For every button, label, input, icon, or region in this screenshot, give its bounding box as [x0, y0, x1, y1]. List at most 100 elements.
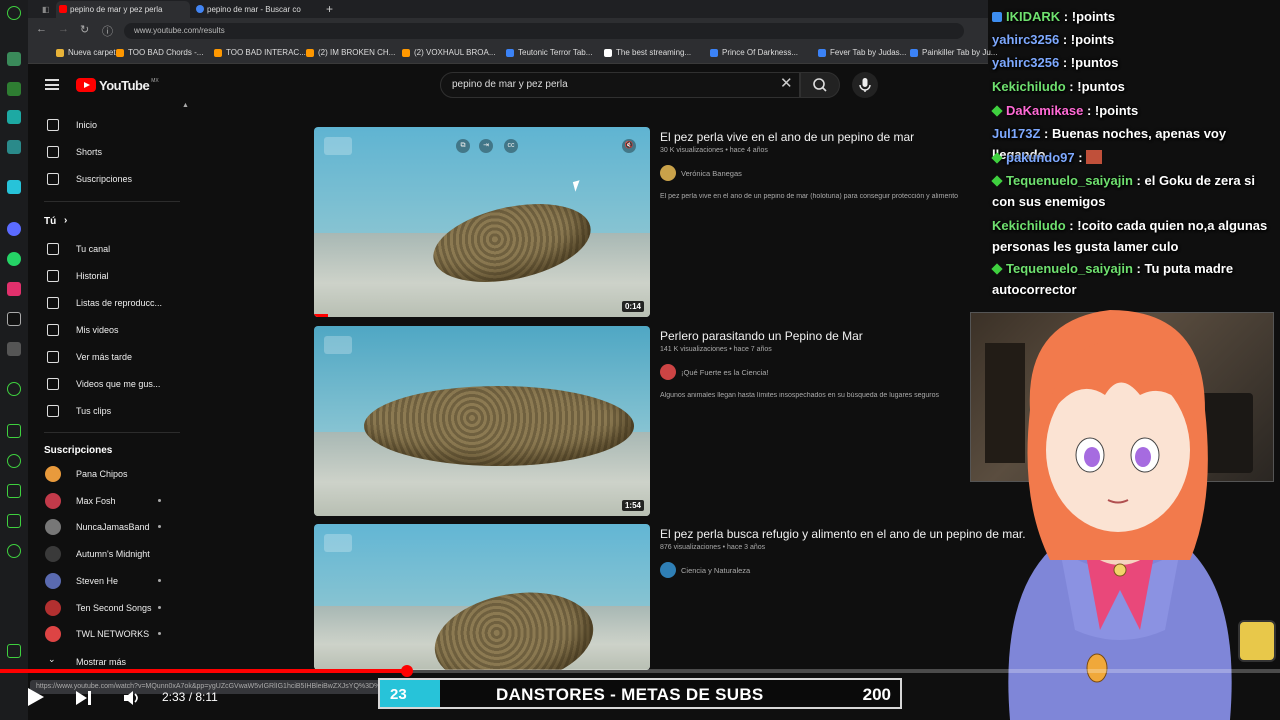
youtube-logo[interactable]: YouTube MX — [76, 76, 159, 94]
arrow-icon[interactable] — [7, 180, 21, 194]
video-title[interactable]: Perlero parasitando un Pepino de Mar — [660, 329, 863, 343]
queue-icon[interactable]: ⧉ — [456, 139, 470, 153]
tab-google[interactable]: pepino de mar - Buscar co — [193, 1, 327, 18]
heart-icon[interactable] — [7, 424, 21, 438]
screen: ◧ pepino de mar y pez perla pepino de ma… — [0, 0, 1280, 720]
bookmark-item[interactable]: (2) VOXHAUL BROA... — [402, 47, 496, 59]
seek-handle[interactable] — [401, 665, 414, 677]
channel-watermark-icon — [324, 336, 352, 354]
new-tab-button[interactable]: + — [324, 1, 340, 18]
play-icon[interactable] — [28, 688, 44, 706]
bookmark-icon[interactable] — [7, 52, 21, 66]
tab-youtube[interactable]: pepino de mar y pez perla — [56, 1, 190, 18]
sidebar-item-suscripciones[interactable]: Suscripciones — [44, 170, 184, 188]
cube-icon[interactable] — [7, 514, 21, 528]
messenger-icon[interactable] — [7, 222, 21, 236]
menu-icon[interactable] — [45, 79, 59, 90]
back-icon[interactable]: ← — [36, 23, 47, 35]
chat-message: Tequenuelo_saiyajin : el Goku de zera si… — [991, 170, 1280, 212]
add-icon[interactable]: ⇥ — [479, 139, 493, 153]
you-section-header[interactable]: Tú — [44, 216, 56, 227]
bookmark-item[interactable]: (2) IM BROKEN CH... — [306, 47, 395, 59]
video-metadata: 141 K visualizaciones • hace 7 años — [660, 346, 772, 353]
reload-icon[interactable]: ↻ — [80, 23, 89, 36]
history-icon[interactable] — [7, 454, 21, 468]
search-button[interactable] — [800, 72, 840, 98]
channel-avatar — [660, 562, 676, 578]
subscription-channel[interactable]: NuncaJamasBand — [44, 518, 184, 536]
subscription-channel[interactable]: Ten Second Songs — [44, 599, 184, 617]
tab-nav-icon[interactable]: ◧ — [28, 1, 54, 18]
bookmark-item[interactable]: The best streaming... — [604, 47, 691, 59]
subscription-channel[interactable]: Steven He — [44, 572, 184, 590]
mute-icon[interactable]: 🔇 — [622, 139, 636, 153]
discord-icon[interactable] — [7, 342, 21, 356]
sub-badge-icon — [991, 152, 1003, 164]
bookmark-favicon-icon — [818, 49, 826, 57]
sidebar-item-you[interactable]: Listas de reproducc... — [44, 294, 184, 312]
video-description: El pez perla vive en el ano de un pepino… — [660, 193, 959, 200]
whatsapp-icon[interactable] — [7, 252, 21, 266]
url-field[interactable]: www.youtube.com/results — [124, 23, 964, 39]
sidebar-item-you[interactable]: Historial — [44, 267, 184, 285]
sidebar-item-shorts[interactable]: Shorts — [44, 143, 184, 161]
next-icon[interactable] — [74, 689, 94, 707]
chat-message: yahirc3256 : !points — [992, 29, 1280, 50]
chat-username: Tequenuelo_saiyajin — [1006, 173, 1133, 188]
sidebar-item-you[interactable]: Tus clips — [44, 402, 184, 420]
twitch-icon[interactable] — [7, 110, 21, 124]
shop-icon[interactable] — [7, 82, 21, 96]
sub-badge-icon — [991, 263, 1003, 275]
sidebar-item-you[interactable]: Mis videos — [44, 321, 184, 339]
instagram-icon[interactable] — [7, 282, 21, 296]
subscription-channel[interactable]: TWL NETWORKS — [44, 625, 184, 643]
video-title[interactable]: El pez perla busca refugio y alimento en… — [660, 527, 1026, 541]
bookmark-item[interactable]: Painkiller Tab by Ju... — [910, 47, 997, 59]
video-title[interactable]: El pez perla vive en el ano de un pepino… — [660, 130, 914, 144]
voice-search-button[interactable] — [852, 72, 878, 98]
sidebar-scroll-up-icon[interactable]: ▲ — [182, 102, 189, 109]
sidebar-item-inicio[interactable]: Inicio — [44, 116, 184, 134]
bookmark-item[interactable]: Prince Of Darkness... — [710, 47, 798, 59]
browser-logo-icon[interactable] — [7, 6, 21, 20]
chat-message: Tequenuelo_saiyajin : Tu puta madre auto… — [991, 258, 1280, 300]
bookmark-item[interactable]: Fever Tab by Judas... — [818, 47, 906, 59]
sidebar-item-you[interactable]: Videos que me gus... — [44, 375, 184, 393]
video-thumbnail[interactable]: 0:14 ⧉ ⇥ cc 🔇 — [314, 127, 650, 317]
forward-icon[interactable]: → — [58, 23, 69, 35]
sidebar-item-you[interactable]: Tu canal — [44, 240, 184, 258]
download-icon[interactable] — [7, 484, 21, 498]
cc-icon[interactable]: cc — [504, 139, 518, 153]
bookmark-item[interactable]: Nueva carpeta — [56, 47, 120, 59]
chat-username: IKIDARK — [1006, 9, 1061, 24]
sidebar-item-you[interactable]: Ver más tarde — [44, 348, 184, 366]
vtuber-avatar — [1008, 310, 1232, 720]
video-thumbnail[interactable]: 1:54 — [314, 326, 650, 516]
bookmark-item[interactable]: TOO BAD INTERAC... — [214, 47, 306, 59]
bookmark-label: Prince Of Darkness... — [722, 48, 799, 57]
clock-icon[interactable] — [7, 382, 21, 396]
channel-watermark-icon — [324, 137, 352, 155]
channel-name: TWL NETWORKS — [76, 629, 150, 640]
settings-icon[interactable] — [7, 544, 21, 558]
chat-username: Kekichiludo — [992, 218, 1066, 233]
subscription-channel[interactable]: Autumn's Midnight — [44, 545, 184, 563]
app-icon[interactable] — [7, 140, 21, 154]
time-display: 2:33 / 8:11 — [162, 690, 218, 704]
video-thumbnail[interactable] — [314, 524, 650, 670]
bookmark-item[interactable]: Teutonic Terror Tab... — [506, 47, 592, 59]
microphone-icon — [859, 78, 871, 92]
subscription-channel[interactable]: Pana Chipos — [44, 465, 184, 483]
volume-icon[interactable] — [122, 689, 142, 707]
clear-search-icon[interactable]: ✕ — [780, 76, 793, 92]
video-metadata: 30 K visualizaciones • hace 4 años — [660, 147, 768, 154]
bookmark-item[interactable]: TOO BAD Chords -... — [116, 47, 203, 59]
subscription-channel[interactable]: Max Fosh — [44, 492, 184, 510]
sidebar-item-label: Ver más tarde — [76, 352, 133, 362]
search-input[interactable]: pepino de mar y pez perla — [440, 72, 800, 98]
chat-message: DaKamikase : !points — [991, 100, 1280, 121]
tiktok-icon[interactable] — [7, 312, 21, 326]
site-info-icon[interactable]: ⓘ — [102, 23, 113, 39]
chat-separator: : — [1074, 150, 1087, 165]
sidebar-toggle-icon[interactable] — [7, 644, 21, 658]
